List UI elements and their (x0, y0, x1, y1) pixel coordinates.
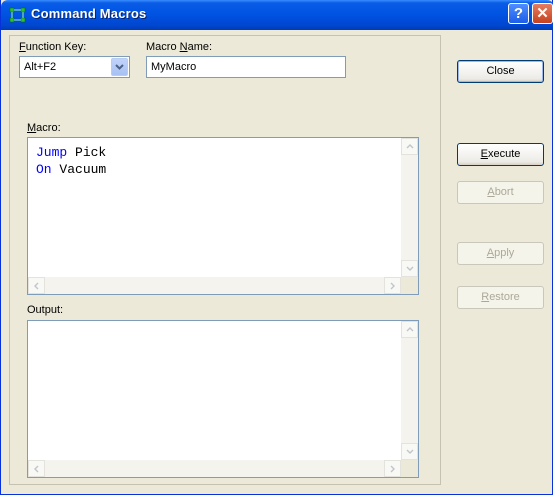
close-button[interactable]: Close (457, 60, 544, 83)
output-area[interactable] (27, 320, 419, 478)
scroll-left-button[interactable] (28, 277, 45, 294)
function-key-dropdown[interactable]: Alt+F2 (19, 56, 130, 78)
scroll-right-button[interactable] (384, 277, 401, 294)
scroll-down-button[interactable] (401, 260, 418, 277)
apply-button[interactable]: Apply (457, 242, 544, 265)
macro-name-label: Macro Name: (146, 41, 213, 53)
function-key-label: Function Key: (19, 41, 87, 53)
function-key-value: Alt+F2 (24, 61, 57, 73)
code-line: Jump Pick (36, 145, 107, 160)
scroll-corner (401, 277, 418, 294)
scroll-corner (401, 460, 418, 477)
help-icon: ? (513, 5, 524, 22)
macro-horizontal-scrollbar[interactable] (28, 277, 401, 294)
output-vertical-scrollbar[interactable] (401, 321, 418, 460)
macro-app-icon (9, 7, 27, 23)
scroll-up-button[interactable] (401, 138, 418, 155)
output-horizontal-scrollbar[interactable] (28, 460, 401, 477)
abort-button[interactable]: Abort (457, 181, 544, 204)
chevron-right-icon (390, 282, 395, 290)
macro-vertical-scrollbar[interactable] (401, 138, 418, 277)
chevron-left-icon (34, 465, 39, 473)
restore-button[interactable]: Restore (457, 286, 544, 309)
macro-name-field[interactable] (146, 56, 346, 78)
command-macros-dialog: Command Macros ? ✕ Function Key: Alt+F2 … (0, 0, 553, 495)
dropdown-arrow-button[interactable] (111, 58, 128, 76)
window-title: Command Macros (31, 6, 147, 21)
execute-button[interactable]: Execute (457, 143, 544, 166)
close-icon: ✕ (536, 5, 549, 22)
output-label: Output: (27, 304, 64, 316)
chevron-right-icon (390, 465, 395, 473)
chevron-up-icon (406, 144, 414, 149)
scroll-left-button[interactable] (28, 460, 45, 477)
help-button[interactable]: ? (508, 3, 529, 24)
scroll-right-button[interactable] (384, 460, 401, 477)
macro-code: Jump Pick On Vacuum (36, 144, 106, 178)
scroll-up-button[interactable] (401, 321, 418, 338)
macro-name-input[interactable] (151, 61, 341, 73)
macro-label: Macro: (27, 122, 61, 134)
chevron-down-icon (406, 266, 414, 271)
chevron-down-icon (115, 64, 124, 70)
macro-editor[interactable]: Jump Pick On Vacuum (27, 137, 419, 295)
chevron-up-icon (406, 327, 414, 332)
chevron-left-icon (34, 282, 39, 290)
code-line: On Vacuum (36, 162, 107, 177)
scroll-down-button[interactable] (401, 443, 418, 460)
close-window-button[interactable]: ✕ (532, 3, 553, 24)
chevron-down-icon (406, 449, 414, 454)
title-bar[interactable]: Command Macros ? ✕ (1, 0, 553, 30)
